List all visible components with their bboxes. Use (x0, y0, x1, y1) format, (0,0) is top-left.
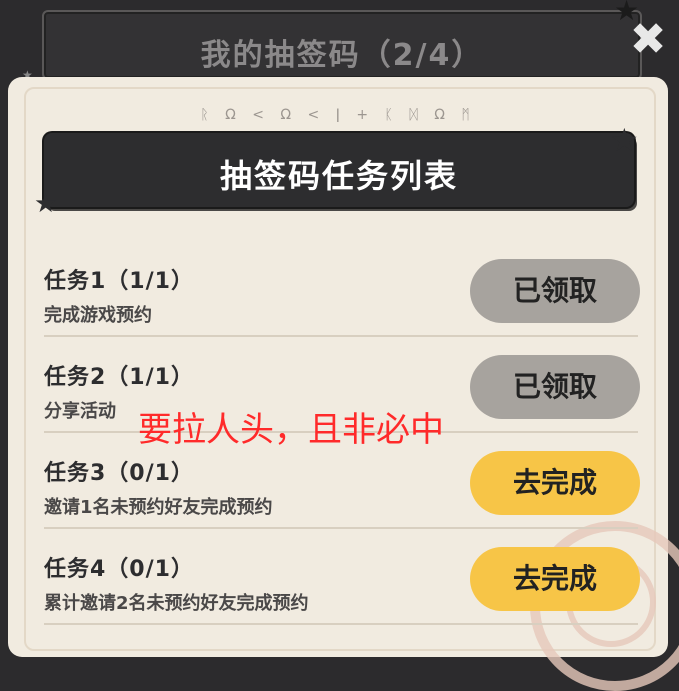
task-description: 分享活动 (44, 401, 116, 422)
task-list-panel: ᚱ Ω < Ω < ǀ + ᛕ ᛞ Ω ᛗ 抽签码任务列表 ★ ★ 任务1（1/… (8, 77, 679, 691)
task-item: 任务4（0/1） 累计邀请2名未预约好友完成预约 去完成 (44, 535, 640, 627)
annotation-text: 要拉人头，且非必中 (138, 410, 444, 450)
divider (44, 335, 638, 337)
go-complete-button[interactable]: 去完成 (470, 451, 640, 515)
task-title: 任务3（0/1） (44, 461, 194, 486)
close-button[interactable]: ✖ (628, 18, 668, 62)
panel-title: 抽签码任务列表 (219, 157, 458, 195)
claimed-button[interactable]: 已领取 (470, 355, 640, 419)
task-title: 任务2（1/1） (44, 365, 194, 390)
task-description: 累计邀请2名未预约好友完成预约 (44, 593, 309, 614)
task-description: 完成游戏预约 (44, 305, 152, 326)
star-icon: ★ (610, 121, 639, 159)
draw-code-card-title: 我的抽签码（2/4） (200, 38, 484, 73)
task-item: 任务3（0/1） 邀请1名未预约好友完成预约 去完成 (44, 439, 640, 531)
task-description: 邀请1名未预约好友完成预约 (44, 497, 273, 518)
task-title: 任务1（1/1） (44, 269, 194, 294)
task-item: 任务1（1/1） 完成游戏预约 已领取 (44, 247, 640, 339)
divider (44, 527, 638, 529)
draw-code-card: 我的抽签码（2/4） (42, 10, 642, 80)
decorative-cipher: ᚱ Ω < Ω < ǀ + ᛕ ᛞ Ω ᛗ (200, 107, 476, 123)
go-complete-button[interactable]: 去完成 (470, 547, 640, 611)
panel-header: 抽签码任务列表 (44, 133, 634, 207)
divider (44, 623, 638, 625)
claimed-button[interactable]: 已领取 (470, 259, 640, 323)
task-title: 任务4（0/1） (44, 557, 194, 582)
star-icon: ★ (34, 189, 58, 219)
